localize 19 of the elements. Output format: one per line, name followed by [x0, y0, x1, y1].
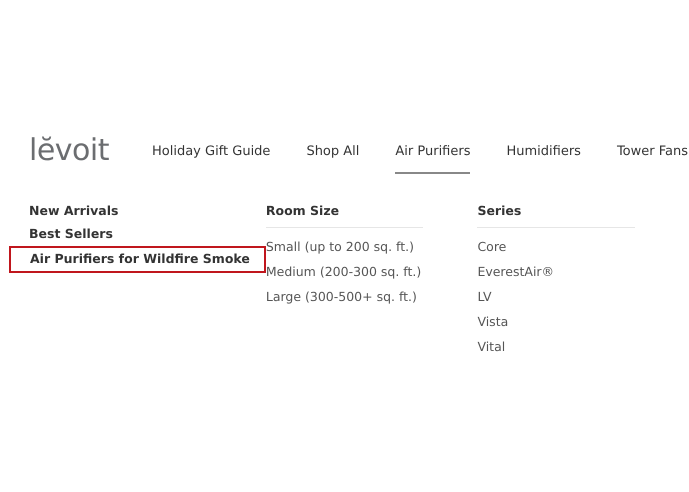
nav-tab[interactable]: Holiday Gift Guide	[152, 132, 270, 174]
menu-link[interactable]: Core	[477, 234, 635, 259]
nav-tab[interactable]: Tower Fans	[616, 132, 688, 174]
menu-link[interactable]: Medium (200-300 sq. ft.)	[266, 259, 424, 284]
column-heading: Room Size	[266, 200, 424, 228]
menu-link[interactable]: Small (up to 200 sq. ft.)	[266, 234, 424, 259]
menu-link[interactable]: EverestAir®	[477, 259, 635, 284]
menu-link[interactable]: LV	[477, 284, 635, 309]
menu-link[interactable]: Large (300-500+ sq. ft.)	[266, 284, 424, 309]
column-heading: Series	[477, 200, 635, 228]
nav-tab[interactable]: Shop All	[306, 132, 360, 174]
menu-link[interactable]: Vista	[477, 309, 635, 334]
menu-link[interactable]: Best Sellers	[29, 223, 113, 246]
menu-link[interactable]: Air Purifiers for Wildfire Smoke	[9, 246, 266, 273]
nav-tab[interactable]: Air Purifiers	[395, 132, 470, 174]
nav-tab[interactable]: Humidifiers	[506, 132, 581, 174]
menu-link[interactable]: Vital	[477, 334, 635, 359]
menu-link[interactable]: New Arrivals	[29, 200, 118, 223]
brand-logo[interactable]: lĕvoit	[29, 132, 152, 170]
